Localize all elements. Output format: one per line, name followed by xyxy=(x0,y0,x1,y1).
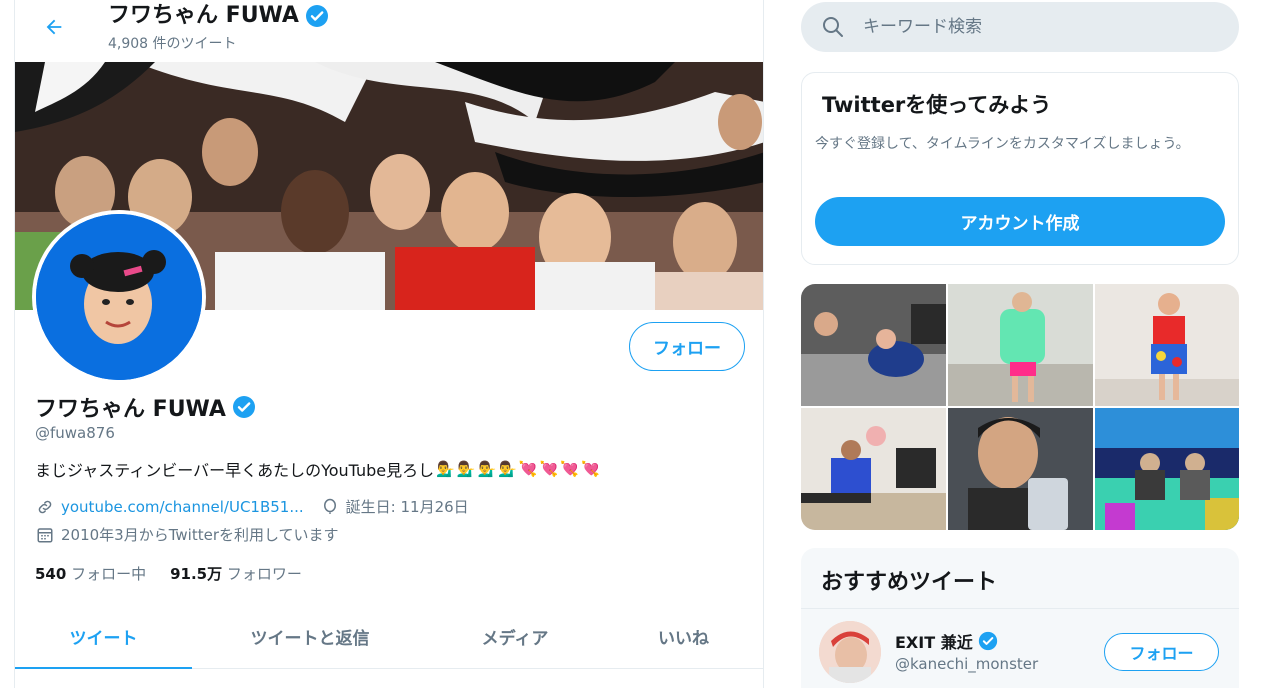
following-count: 540 xyxy=(35,565,67,583)
signup-card: Twitterを使ってみよう 今すぐ登録して、タイムラインをカスタマイズしましょ… xyxy=(801,72,1239,265)
verified-badge-icon xyxy=(232,396,255,418)
bio-emoji: 💘 xyxy=(518,460,538,478)
recommended-follow-button[interactable]: フォロー xyxy=(1104,633,1219,671)
search-icon xyxy=(823,17,843,37)
bio-emoji: 💁‍♂️ xyxy=(477,460,497,478)
follow-button[interactable]: フォロー xyxy=(629,322,745,371)
bio-emoji: 💁‍♂️ xyxy=(498,460,517,478)
signup-title: Twitterを使ってみよう xyxy=(822,93,1052,117)
media-thumbnail[interactable] xyxy=(1095,284,1239,406)
calendar-icon xyxy=(35,525,55,545)
header-name-row: フワちゃん FUWA xyxy=(108,2,329,30)
recommended-panel: おすすめツイート EXIT 兼近 @kanechi_monster フォロー xyxy=(801,548,1239,688)
recommended-user[interactable]: EXIT 兼近 @kanechi_monster フォロー xyxy=(801,608,1239,688)
followers-label: フォロワー xyxy=(226,565,302,583)
avatar-image xyxy=(36,214,202,380)
tab-media[interactable]: メディア xyxy=(428,605,602,668)
balloon-icon xyxy=(320,497,340,517)
avatar xyxy=(819,621,881,683)
profile-avatar[interactable] xyxy=(32,210,206,384)
bio-emoji: 💁‍♂️ xyxy=(456,460,476,478)
bio-emoji: 💘 xyxy=(539,460,559,478)
followers-count: 91.5万 xyxy=(170,565,223,583)
create-account-button[interactable]: アカウント作成 xyxy=(815,197,1225,246)
bio-emoji: 💘 xyxy=(580,460,600,478)
tab-tweets[interactable]: ツイート xyxy=(15,605,192,669)
profile-tabs: ツイート ツイートと返信 メディア いいね xyxy=(15,605,763,669)
profile-header-bar: フワちゃん FUWA 4,908 件のツイート xyxy=(15,0,763,60)
recommended-handle: @kanechi_monster xyxy=(895,655,1039,673)
search-box[interactable] xyxy=(801,2,1239,52)
profile-url-link[interactable]: youtube.com/channel/UC1B51... xyxy=(61,498,304,516)
media-thumbnail[interactable] xyxy=(801,284,946,406)
bio-emoji: 💁‍♂️ xyxy=(436,460,455,478)
bio-text: まじジャスティンビーバー早くあたしのYouTube見ろし xyxy=(35,461,435,480)
profile-stats: 540 フォロー中 91.5万 フォロワー xyxy=(35,563,302,584)
recommended-title: おすすめツイート xyxy=(821,570,998,595)
profile-name-row: フワちゃん FUWA xyxy=(35,391,256,423)
tweet-count: 4,908 件のツイート xyxy=(108,36,237,52)
media-grid xyxy=(801,284,1239,530)
profile-column: フワちゃん FUWA 4,908 件のツイート フォロー フワちゃん FUWA … xyxy=(14,0,764,688)
media-thumbnail[interactable] xyxy=(948,284,1093,406)
signup-description: 今すぐ登録して、タイムラインをカスタマイズしましょう。 xyxy=(815,136,1190,152)
verified-badge-icon xyxy=(305,5,328,27)
joined-text: 2010年3月からTwitterを利用しています xyxy=(61,526,339,544)
profile-handle: @fuwa876 xyxy=(35,424,115,442)
followers-stat[interactable]: 91.5万 フォロワー xyxy=(170,563,302,584)
profile-meta-row: youtube.com/channel/UC1B51... 誕生日: 11月26… xyxy=(35,496,469,517)
birthday-text: 誕生日: 11月26日 xyxy=(345,498,469,516)
tab-tweets-replies[interactable]: ツイートと返信 xyxy=(192,605,428,668)
following-stat[interactable]: 540 フォロー中 xyxy=(35,563,146,584)
media-thumbnail[interactable] xyxy=(948,408,1093,530)
following-label: フォロー中 xyxy=(71,565,147,583)
search-input[interactable] xyxy=(863,17,1203,37)
profile-joined-row: 2010年3月からTwitterを利用しています xyxy=(35,524,339,545)
recommended-name-row: EXIT 兼近 xyxy=(895,629,998,653)
recommended-name: EXIT 兼近 xyxy=(895,633,973,652)
back-button[interactable] xyxy=(37,10,71,44)
header-name: フワちゃん FUWA xyxy=(108,3,299,28)
media-thumbnail[interactable] xyxy=(801,408,946,530)
link-icon xyxy=(35,497,55,517)
tab-likes[interactable]: いいね xyxy=(602,605,763,668)
bio-emoji: 💘 xyxy=(560,460,579,478)
profile-bio: まじジャスティンビーバー早くあたしのYouTube見ろし 💁‍♂️ 💁‍♂️ 💁… xyxy=(35,457,600,481)
arrow-left-icon xyxy=(46,19,62,35)
profile-name: フワちゃん FUWA xyxy=(35,397,226,422)
media-thumbnail[interactable] xyxy=(1095,408,1239,530)
verified-badge-icon xyxy=(978,631,997,651)
